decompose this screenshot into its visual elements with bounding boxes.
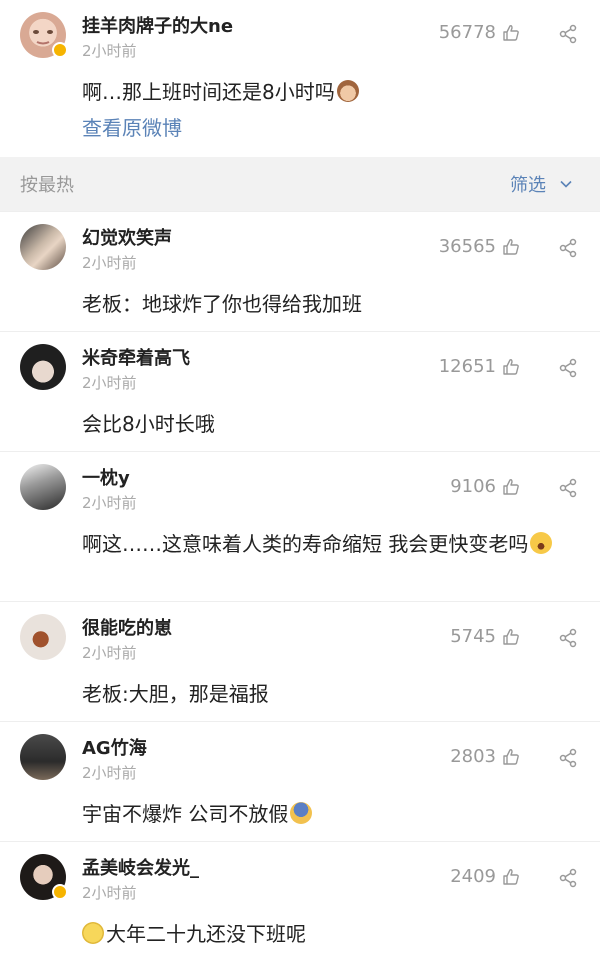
comment-filter-bar: 按最热 筛选 [0, 157, 600, 211]
like-button[interactable]: 36565 [439, 236, 520, 257]
sort-label[interactable]: 按最热 [20, 171, 74, 197]
view-original-link[interactable]: 查看原微博 [82, 112, 182, 141]
avatar[interactable] [20, 464, 66, 510]
comment-time: 2小时前 [82, 644, 137, 662]
comment-time: 2小时前 [82, 494, 137, 512]
comment-item: 很能吃的崽 2小时前 5745 老板:大胆，那是福报 [0, 601, 600, 721]
post-text: 啊…那上班时间还是8小时吗 [82, 72, 576, 112]
like-count: 2803 [450, 746, 496, 767]
comment-author[interactable]: 孟美岐会发光_ [82, 854, 199, 880]
verified-badge-icon [52, 42, 68, 58]
like-count: 5745 [450, 626, 496, 647]
post-text-content: 啊…那上班时间还是8小时吗 [82, 80, 335, 104]
like-button[interactable]: 5745 [450, 626, 520, 647]
comment-time: 2小时前 [82, 884, 137, 902]
share-icon[interactable] [558, 24, 578, 44]
comment-author[interactable]: 一枕y [82, 464, 130, 490]
crying-emoji-icon [82, 922, 104, 944]
comment-text: 啊这……这意味着人类的寿命缩短 我会更快变老吗 [82, 524, 576, 564]
post-time: 2小时前 [82, 42, 137, 60]
share-icon[interactable] [558, 868, 578, 888]
comment-author[interactable]: 米奇牵着高飞 [82, 344, 190, 370]
comment-text: 老板：地球炸了你也得给我加班 [82, 292, 362, 316]
avatar[interactable] [20, 734, 66, 780]
share-icon[interactable] [558, 358, 578, 378]
comment-text-content: 大年二十九还没下班呢 [106, 922, 306, 946]
like-count: 36565 [438, 236, 496, 257]
thumbs-up-icon [503, 868, 519, 885]
like-count: 56778 [438, 22, 496, 43]
like-count: 9106 [450, 476, 496, 497]
monkey-emoji-icon [336, 80, 359, 102]
thumbs-up-icon [503, 24, 519, 41]
thumbs-up-icon [503, 478, 519, 495]
filter-label: 筛选 [510, 175, 546, 196]
comment-text-content: 宇宙不爆炸 公司不放假 [82, 802, 289, 826]
share-icon[interactable] [558, 238, 578, 258]
comment-text: 大年二十九还没下班呢 [82, 914, 576, 954]
share-icon[interactable] [558, 628, 578, 648]
comment-time: 2小时前 [82, 374, 137, 392]
fearful-emoji-icon [290, 802, 313, 824]
like-count: 2409 [450, 866, 496, 887]
comment-time: 2小时前 [82, 764, 137, 782]
comment-item: AG竹海 2小时前 2803 宇宙不爆炸 公司不放假 [0, 721, 600, 841]
astonished-emoji-icon [530, 532, 553, 554]
like-button[interactable]: 56778 [439, 22, 520, 43]
filter-button[interactable]: 筛选 [510, 171, 572, 197]
avatar[interactable] [20, 224, 66, 270]
thumbs-up-icon [503, 358, 519, 375]
comment-author[interactable]: 幻觉欢笑声 [82, 224, 172, 250]
share-icon[interactable] [558, 478, 578, 498]
comment-item: 米奇牵着高飞 2小时前 12651 会比8小时长哦 [0, 331, 600, 451]
comment-item: 孟美岐会发光_ 2小时前 2409 大年二十九还没下班呢 [0, 841, 600, 966]
like-button[interactable]: 12651 [439, 356, 520, 377]
chevron-down-icon [560, 180, 572, 188]
thumbs-up-icon [503, 748, 519, 765]
thumbs-up-icon [503, 628, 519, 645]
like-button[interactable]: 9106 [450, 476, 520, 497]
author-name[interactable]: 挂羊肉牌子的大ne [82, 12, 233, 38]
like-count: 12651 [438, 356, 496, 377]
original-post: 挂羊肉牌子的大ne 2小时前 56778 啊…那上班时间还是8小时吗 查看原微博 [0, 0, 600, 157]
comment-time: 2小时前 [82, 254, 137, 272]
comment-text: 会比8小时长哦 [82, 412, 215, 436]
comment-text: 老板:大胆，那是福报 [82, 682, 269, 706]
share-icon[interactable] [558, 748, 578, 768]
like-button[interactable]: 2409 [450, 866, 520, 887]
avatar[interactable] [20, 344, 66, 390]
verified-badge-icon [52, 884, 68, 900]
comment-author[interactable]: AG竹海 [82, 734, 147, 760]
comment-text-content: 啊这……这意味着人类的寿命缩短 我会更快变老吗 [82, 532, 529, 556]
like-button[interactable]: 2803 [450, 746, 520, 767]
comment-author[interactable]: 很能吃的崽 [82, 614, 172, 640]
thumbs-up-icon [503, 238, 519, 255]
comment-item: 一枕y 2小时前 9106 啊这……这意味着人类的寿命缩短 我会更快变老吗 [0, 451, 600, 601]
comment-item: 幻觉欢笑声 2小时前 36565 老板：地球炸了你也得给我加班 [0, 211, 600, 331]
avatar[interactable] [20, 614, 66, 660]
comment-text: 宇宙不爆炸 公司不放假 [82, 794, 576, 834]
